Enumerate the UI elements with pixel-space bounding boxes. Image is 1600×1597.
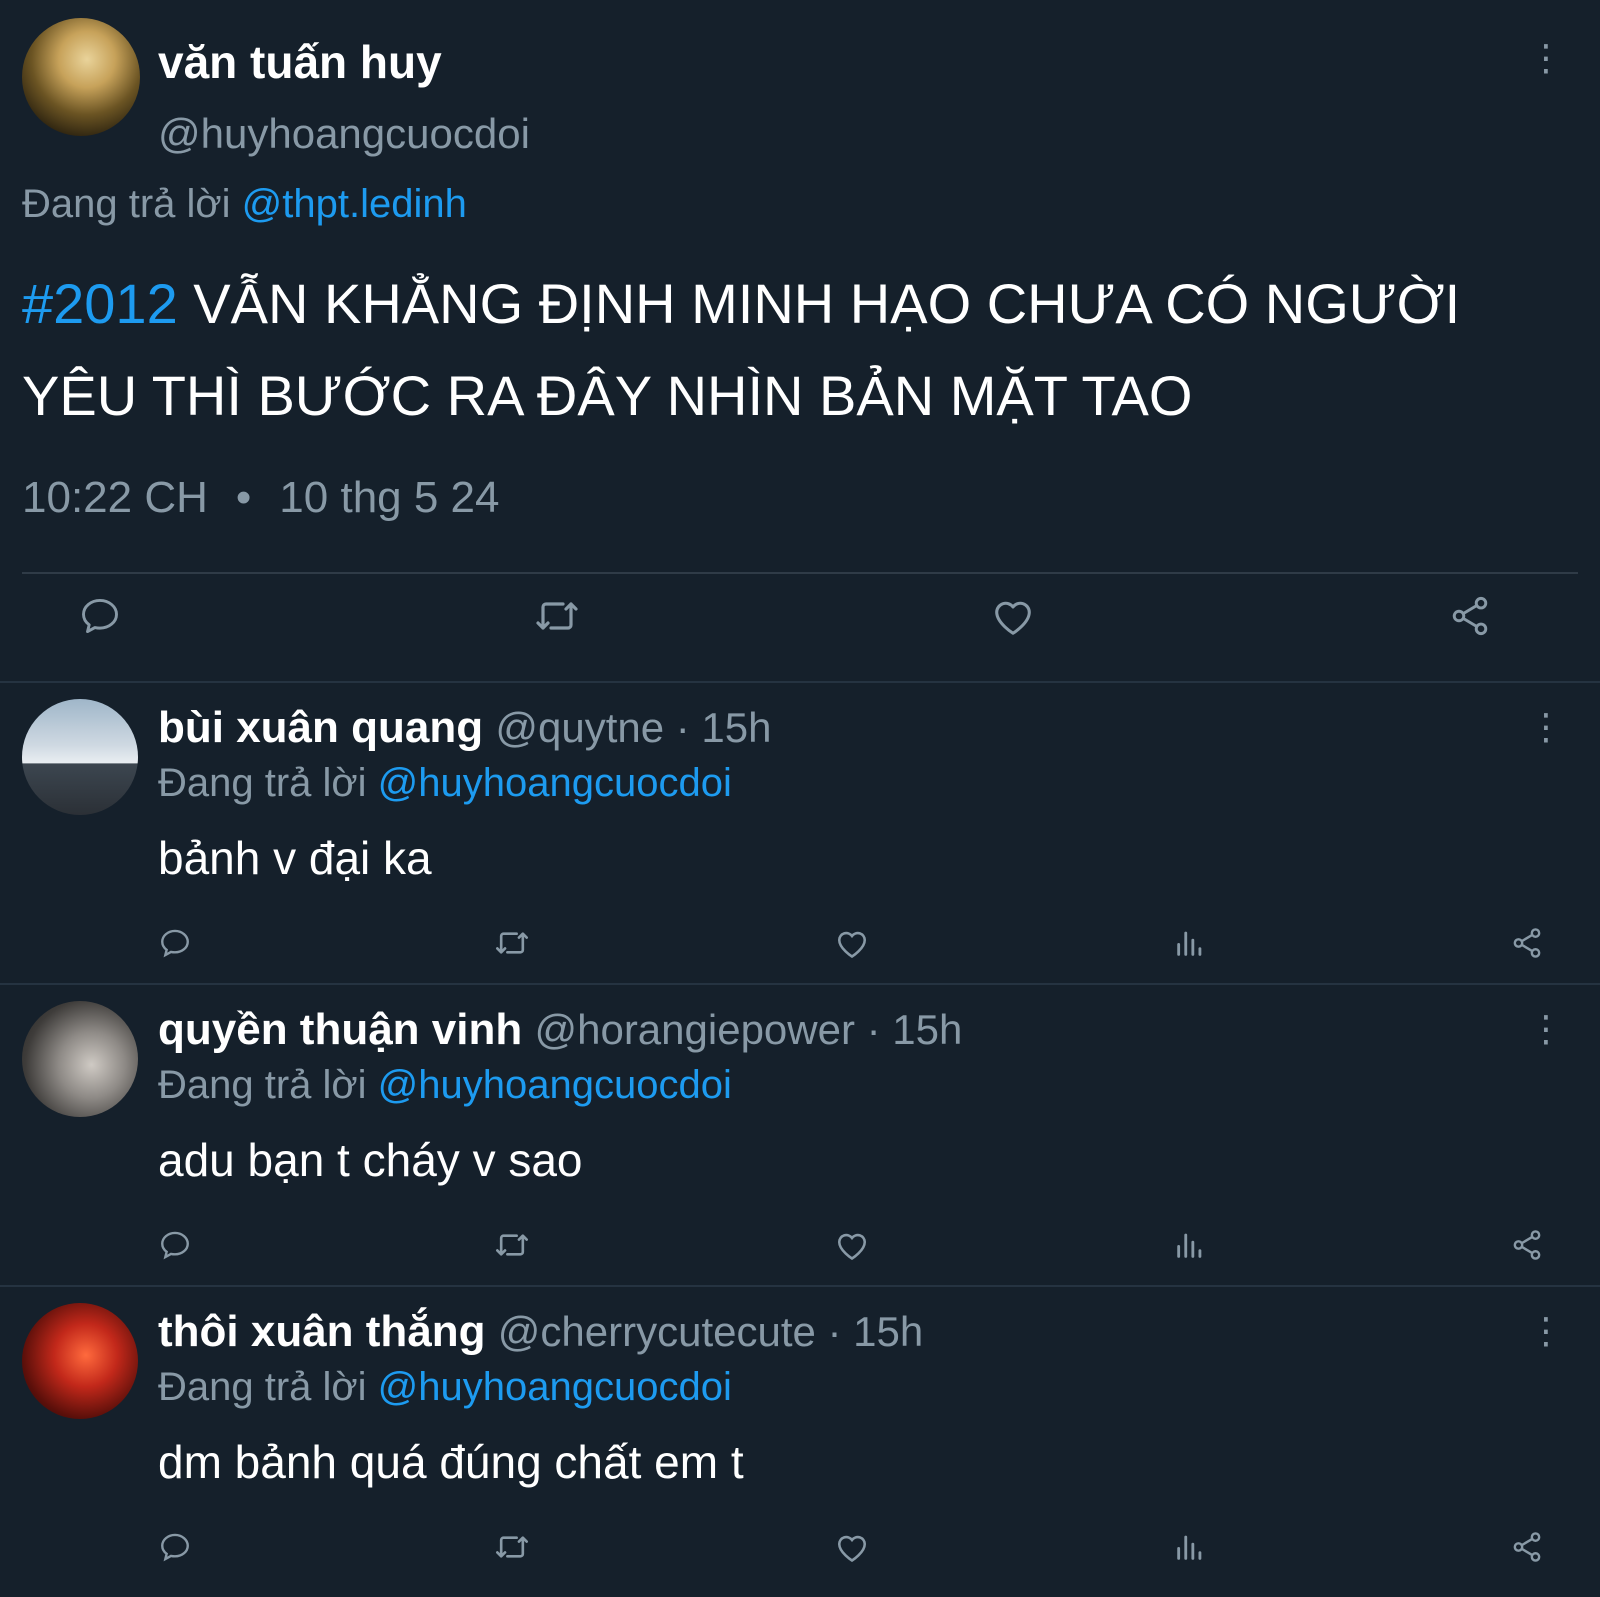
display-name[interactable]: quyền thuận vinh [158, 1005, 522, 1054]
handle-time: @horangiepower · 15h [534, 1006, 963, 1053]
replying-mention-link[interactable]: @huyhoangcuocdoi [378, 1365, 732, 1409]
handle-time: @cherrycutecute · 15h [497, 1308, 924, 1355]
reply-author[interactable]: bùi xuân quang @quytne · 15h [158, 703, 771, 753]
like-icon[interactable] [834, 1228, 870, 1262]
meta-separator: • [235, 473, 252, 522]
like-icon[interactable] [834, 1530, 870, 1564]
more-vertical-icon[interactable]: ⋮ [1526, 707, 1566, 747]
display-name[interactable]: thôi xuân thắng [158, 1307, 486, 1356]
reply-text: bảnh v đại ka [158, 832, 432, 884]
more-vertical-icon[interactable]: ⋮ [1526, 38, 1566, 78]
share-icon[interactable] [1510, 1530, 1544, 1564]
replying-to: Đang trả lời @thpt.ledinh [22, 182, 467, 227]
reply-tweet: quyền thuận vinh @horangiepower · 15h ⋮ … [0, 985, 1600, 1287]
replying-to: Đang trả lời @huyhoangcuocdoi [158, 761, 732, 806]
share-icon[interactable] [1510, 1228, 1544, 1262]
reply-author[interactable]: quyền thuận vinh @horangiepower · 15h [158, 1005, 962, 1055]
like-icon[interactable] [834, 926, 870, 960]
reply-icon[interactable] [78, 594, 122, 638]
replying-mention-link[interactable]: @huyhoangcuocdoi [378, 1063, 732, 1107]
reply-icon[interactable] [158, 926, 192, 960]
tweet-time[interactable]: 10:22 CH [22, 473, 208, 522]
tweet-body: VẪN KHẲNG ĐỊNH MINH HẠO CHƯA CÓ NGƯỜI YÊ… [22, 272, 1461, 427]
reply-icon[interactable] [158, 1530, 192, 1564]
tweet-text: #2012 VẪN KHẲNG ĐỊNH MINH HẠO CHƯA CÓ NG… [22, 258, 1582, 442]
retweet-icon[interactable] [493, 1530, 531, 1564]
user-handle[interactable]: @huyhoangcuocdoi [158, 110, 530, 158]
replying-to: Đang trả lời @huyhoangcuocdoi [158, 1365, 732, 1410]
like-icon[interactable] [990, 594, 1036, 638]
avatar[interactable] [22, 18, 140, 136]
reply-tweet: bùi xuân quang @quytne · 15h ⋮ Đang trả … [0, 683, 1600, 985]
share-icon[interactable] [1448, 594, 1492, 638]
replying-mention-link[interactable]: @thpt.ledinh [242, 182, 467, 226]
views-icon[interactable] [1173, 1530, 1207, 1564]
display-name[interactable]: văn tuấn huy [158, 35, 442, 89]
reply-text: adu bạn t cháy v sao [158, 1134, 583, 1186]
divider [22, 572, 1578, 574]
reply-author[interactable]: thôi xuân thắng @cherrycutecute · 15h [158, 1307, 923, 1357]
hashtag-link[interactable]: #2012 [22, 272, 178, 335]
avatar[interactable] [22, 1001, 138, 1117]
views-icon[interactable] [1173, 1228, 1207, 1262]
replying-to: Đang trả lời @huyhoangcuocdoi [158, 1063, 732, 1108]
reply-tweet: thôi xuân thắng @cherrycutecute · 15h ⋮ … [0, 1287, 1600, 1587]
avatar[interactable] [22, 1303, 138, 1419]
retweet-icon[interactable] [493, 926, 531, 960]
handle-time: @quytne · 15h [495, 704, 772, 751]
share-icon[interactable] [1510, 926, 1544, 960]
retweet-icon[interactable] [533, 594, 581, 638]
retweet-icon[interactable] [493, 1228, 531, 1262]
main-tweet: văn tuấn huy @huyhoangcuocdoi ⋮ Đang trả… [0, 0, 1600, 683]
tweet-timestamp: 10:22 CH • 10 thg 5 24 [22, 473, 500, 523]
more-vertical-icon[interactable]: ⋮ [1526, 1009, 1566, 1049]
replying-prefix: Đang trả lời [158, 761, 367, 805]
display-name[interactable]: bùi xuân quang [158, 703, 483, 752]
replying-prefix: Đang trả lời [158, 1063, 367, 1107]
reply-icon[interactable] [158, 1228, 192, 1262]
replying-mention-link[interactable]: @huyhoangcuocdoi [378, 761, 732, 805]
views-icon[interactable] [1173, 926, 1207, 960]
replying-prefix: Đang trả lời [22, 182, 231, 226]
replying-prefix: Đang trả lời [158, 1365, 367, 1409]
tweet-date[interactable]: 10 thg 5 24 [279, 473, 499, 522]
avatar[interactable] [22, 699, 138, 815]
more-vertical-icon[interactable]: ⋮ [1526, 1311, 1566, 1351]
reply-text: dm bảnh quá đúng chất em t [158, 1436, 744, 1488]
